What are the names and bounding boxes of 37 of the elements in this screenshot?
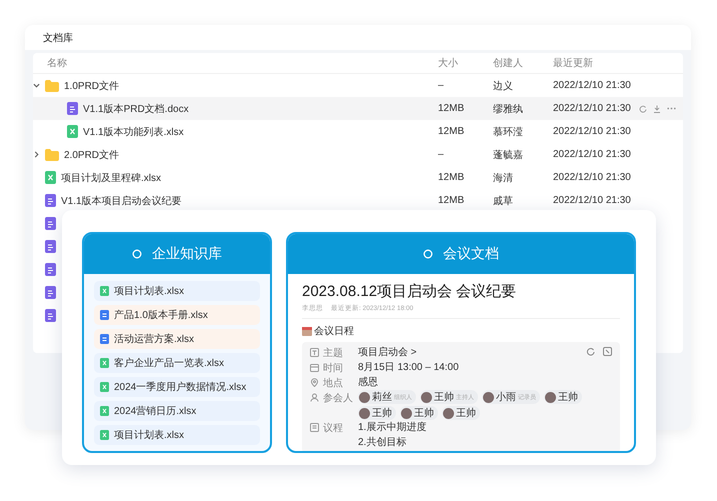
panel-title: 企业知识库 xyxy=(152,245,222,263)
updated-time: 2022/12/10 21:30 xyxy=(553,126,632,137)
updated-time: 2022/12/10 21:30 xyxy=(553,149,632,160)
library-title: 文档库 xyxy=(43,32,73,44)
column-header: 创建人 xyxy=(493,56,524,70)
field-label: 主题 xyxy=(323,346,343,360)
document-title: 2023.08.12项目启动会 会议纪要 xyxy=(302,282,518,301)
field-value: 项目启动会 > xyxy=(358,346,417,360)
creator-name: 缪雅纨 xyxy=(493,102,524,116)
file-size: 12MB xyxy=(438,195,466,206)
field-label: 地点 xyxy=(323,376,343,390)
field-label: 时间 xyxy=(323,362,343,374)
creator-name: 海清 xyxy=(493,172,514,184)
updated-time: 2022/12/10 21:30 xyxy=(553,195,632,206)
file-size: 12MB xyxy=(438,103,466,114)
field-value: 2.共创目标 xyxy=(358,436,408,450)
creator-name: 边义 xyxy=(493,80,514,92)
field-value: 8月15日 13:00 – 14:00 xyxy=(358,361,459,375)
creator-name: 蓬毓嘉 xyxy=(493,148,524,162)
column-header: 名称 xyxy=(46,57,68,70)
updated-time: 2022/12/10 21:30 xyxy=(553,80,632,91)
field-label: 参会人 xyxy=(323,392,353,404)
section-title: 会议日程 xyxy=(314,324,354,338)
creator-name: 慕环滢 xyxy=(493,126,524,138)
field-value: 1.展示中期进度 xyxy=(358,420,426,435)
panel-title: 会议文档 xyxy=(443,245,499,263)
file-size: – xyxy=(438,80,445,91)
field-value: 感恩 xyxy=(358,376,378,390)
column-header: 大小 xyxy=(438,56,459,70)
file-size: – xyxy=(438,149,445,160)
column-header: 最近更新 xyxy=(553,56,594,70)
file-size: 12MB xyxy=(438,126,466,137)
field-label: 议程 xyxy=(323,422,343,434)
creator-name: 戚草 xyxy=(493,194,514,208)
updated-time: 2022/12/10 21:30 xyxy=(553,103,632,114)
updated-time: 2022/12/10 21:30 xyxy=(553,172,632,183)
file-size: 12MB xyxy=(438,172,466,183)
